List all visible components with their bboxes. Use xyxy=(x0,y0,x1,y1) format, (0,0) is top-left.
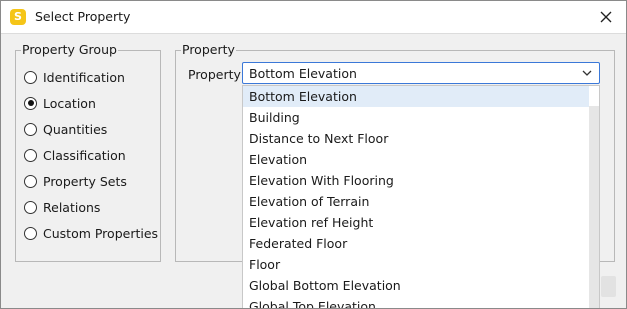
dropdown-item-elevation[interactable]: Elevation xyxy=(243,149,589,170)
dropdown-item-global-top-elevation[interactable]: Global Top Elevation xyxy=(243,296,589,308)
radio-classification[interactable]: Classification xyxy=(24,146,126,164)
radio-property-sets[interactable]: Property Sets xyxy=(24,172,127,190)
dropdown-item-elevation-with-flooring[interactable]: Elevation With Flooring xyxy=(243,170,589,191)
radio-identification[interactable]: Identification xyxy=(24,68,125,86)
dropdown-item-building[interactable]: Building xyxy=(243,107,589,128)
radio-label: Location xyxy=(43,95,96,111)
property-field-label: Property xyxy=(188,67,241,82)
dropdown-scrollbar[interactable] xyxy=(589,106,599,308)
radio-relations[interactable]: Relations xyxy=(24,198,100,216)
property-dropdown-list: Bottom Elevation Building Distance to Ne… xyxy=(242,85,600,308)
radio-button[interactable] xyxy=(24,70,37,84)
radio-custom-properties[interactable]: Custom Properties xyxy=(24,224,158,242)
radio-quantities[interactable]: Quantities xyxy=(24,120,107,138)
property-group-box: Property Group Identification Location Q… xyxy=(15,42,161,262)
dropdown-item-bottom-elevation[interactable]: Bottom Elevation xyxy=(243,86,589,107)
radio-button[interactable] xyxy=(24,148,37,162)
radio-button[interactable] xyxy=(24,122,37,136)
radio-label: Quantities xyxy=(43,121,108,137)
close-icon[interactable] xyxy=(596,7,616,27)
app-icon: S xyxy=(10,9,26,25)
dropdown-item-elevation-of-terrain[interactable]: Elevation of Terrain xyxy=(243,191,589,212)
dropdown-item-elevation-ref-height[interactable]: Elevation ref Height xyxy=(243,212,589,233)
partially-hidden-button[interactable] xyxy=(601,276,616,297)
radio-label: Property Sets xyxy=(43,173,127,189)
radio-button[interactable] xyxy=(24,96,37,110)
radio-label: Relations xyxy=(43,199,101,215)
dropdown-item-global-bottom-elevation[interactable]: Global Bottom Elevation xyxy=(243,275,589,296)
dropdown-item-floor[interactable]: Floor xyxy=(243,254,589,275)
chevron-down-icon[interactable] xyxy=(581,68,593,78)
select-value: Bottom Elevation xyxy=(249,66,357,81)
dialog-title: Select Property xyxy=(35,9,131,24)
select-property-dialog: S Select Property Property Group Identif… xyxy=(0,0,627,309)
radio-button[interactable] xyxy=(24,174,37,188)
radio-button[interactable] xyxy=(24,200,37,214)
radio-button[interactable] xyxy=(24,226,37,240)
dropdown-item-distance-to-next-floor[interactable]: Distance to Next Floor xyxy=(243,128,589,149)
radio-label: Identification xyxy=(43,69,125,85)
radio-location[interactable]: Location xyxy=(24,94,96,112)
title-bar: S Select Property xyxy=(1,1,626,34)
dropdown-item-federated-floor[interactable]: Federated Floor xyxy=(243,233,589,254)
property-select[interactable]: Bottom Elevation xyxy=(242,62,600,84)
property-legend: Property xyxy=(181,42,236,57)
radio-label: Custom Properties xyxy=(43,225,159,241)
radio-label: Classification xyxy=(43,147,126,163)
property-group-legend: Property Group xyxy=(21,42,118,57)
